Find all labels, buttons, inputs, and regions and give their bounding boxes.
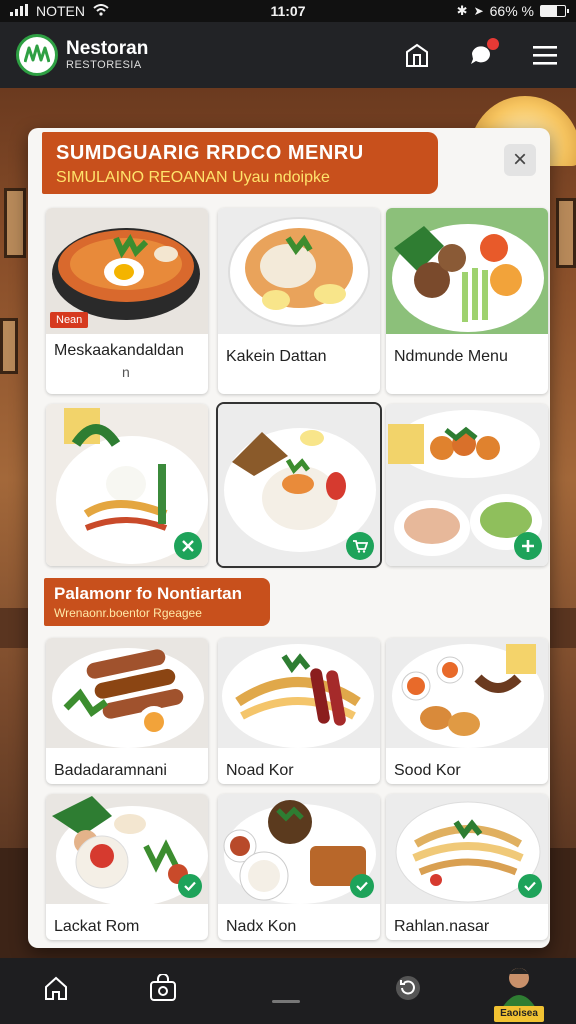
- selected-check[interactable]: [518, 874, 542, 898]
- dish-image: [218, 404, 380, 566]
- bag-icon: [150, 974, 176, 1001]
- bottom-nav: [0, 958, 576, 1024]
- menu-item-card[interactable]: Rahlan.nasar: [386, 794, 548, 940]
- dish-name: Lackat Rom: [54, 918, 140, 935]
- home-icon: [45, 976, 67, 1000]
- app-header: Nestoran RESTORESIA: [0, 22, 576, 88]
- notification-badge: [487, 38, 499, 50]
- new-badge: Nean: [50, 312, 89, 328]
- location-icon: ➤: [473, 4, 484, 18]
- add-button[interactable]: [514, 532, 542, 560]
- close-button[interactable]: ×: [504, 144, 536, 176]
- menu-item-card[interactable]: Nadx Kon: [218, 794, 380, 940]
- check-icon: [356, 881, 368, 891]
- dish-name: Meskaakandaldan: [54, 342, 184, 359]
- battery-percent: 66% %: [489, 3, 534, 19]
- dish-image: [218, 794, 380, 904]
- nav-orders[interactable]: [143, 968, 183, 1008]
- dish-name: Nadx Kon: [226, 918, 297, 935]
- section-subtitle: Wrenaonr.boentor Rgeagee: [54, 606, 202, 620]
- dish-image: [218, 208, 380, 334]
- dish-image: [46, 638, 208, 748]
- dish-image: [386, 638, 548, 748]
- carrier-name: NOTEN: [36, 3, 85, 19]
- brand-subtitle: RESTORESIA: [66, 59, 142, 71]
- avatar: [502, 968, 536, 1008]
- check-icon: [524, 881, 536, 891]
- notifications-button[interactable]: [466, 38, 499, 70]
- dish-name: Rahlan.nasar: [394, 918, 490, 935]
- tools-icon: [182, 540, 194, 552]
- profile-tag: Eaoisea: [494, 1006, 544, 1022]
- refresh-icon: [396, 976, 420, 1000]
- menu-item-card-selected[interactable]: [216, 402, 382, 568]
- wall-picture: [4, 188, 26, 258]
- dish-note: n: [122, 364, 130, 380]
- hamburger-icon: [533, 46, 557, 65]
- store-icon: [406, 43, 428, 67]
- menu-item-card[interactable]: Badadaramnani: [46, 638, 208, 784]
- section-banner: Palamonr fo Nontiartan Wrenaonr.boentor …: [44, 578, 270, 626]
- menu-card: SUMDGUARIG RRDCO MENRU SIMULAINO REOANAN…: [28, 128, 550, 948]
- menu-item-card[interactable]: Nean Meskaakandaldan n: [46, 208, 208, 394]
- menu-item-card[interactable]: Lackat Rom: [46, 794, 208, 940]
- dish-name: Ndmunde Menu: [394, 348, 508, 365]
- menu-button[interactable]: [530, 40, 560, 70]
- menu-item-card[interactable]: Noad Kor: [218, 638, 380, 784]
- selected-check[interactable]: [178, 874, 202, 898]
- dish-image: [218, 638, 380, 748]
- dish-image: [46, 404, 208, 566]
- brand-name: Nestoran: [66, 38, 149, 59]
- dish-image: [386, 794, 548, 904]
- battery-icon: [540, 5, 569, 17]
- dish-image: [46, 794, 208, 906]
- check-icon: [184, 881, 196, 891]
- customize-button[interactable]: [174, 532, 202, 560]
- nav-home[interactable]: [36, 968, 76, 1008]
- home-indicator: [272, 1000, 300, 1003]
- dish-name: Sood Kor: [394, 762, 461, 779]
- wall-picture: [556, 198, 576, 268]
- store-button[interactable]: [402, 40, 432, 70]
- menu-title: SUMDGUARIG RRDCO MENRU: [56, 142, 364, 164]
- wifi-icon: [93, 3, 109, 19]
- customize-button[interactable]: [346, 532, 374, 560]
- close-icon: ×: [512, 146, 527, 173]
- dish-name: Kakein Dattan: [226, 348, 327, 365]
- plus-icon: [522, 540, 534, 552]
- menu-title-banner: SUMDGUARIG RRDCO MENRU SIMULAINO REOANAN…: [42, 132, 438, 194]
- wall-picture: [0, 318, 18, 374]
- cart-icon: [353, 540, 368, 553]
- dish-image: [386, 208, 548, 334]
- signal-icon: [10, 3, 28, 19]
- menu-item-card[interactable]: [386, 404, 548, 566]
- brand-logo[interactable]: [16, 34, 58, 76]
- brand: Nestoran RESTORESIA: [66, 39, 148, 71]
- menu-item-card[interactable]: Sood Kor: [386, 638, 548, 784]
- nav-history[interactable]: [388, 968, 428, 1008]
- dish-name: Badadaramnani: [54, 762, 167, 779]
- menu-item-card[interactable]: Ndmunde Menu: [386, 208, 548, 394]
- bluetooth-icon: ✱: [456, 3, 468, 18]
- status-bar: NOTEN 11:07 ✱ ➤ 66% %: [0, 0, 576, 22]
- dish-name: Noad Kor: [226, 762, 294, 779]
- menu-item-card[interactable]: Kakein Dattan: [218, 208, 380, 394]
- dish-image: Nean: [46, 208, 208, 334]
- dish-image: [386, 404, 548, 566]
- profile-button[interactable]: Eaoisea: [494, 962, 544, 1022]
- menu-item-card[interactable]: [46, 404, 208, 566]
- logo-wave-icon: [24, 44, 50, 63]
- selected-check[interactable]: [350, 874, 374, 898]
- menu-subtitle: SIMULAINO REOANAN Uyau ndoipke: [56, 169, 330, 186]
- section-title: Palamonr fo Nontiartan: [54, 584, 242, 603]
